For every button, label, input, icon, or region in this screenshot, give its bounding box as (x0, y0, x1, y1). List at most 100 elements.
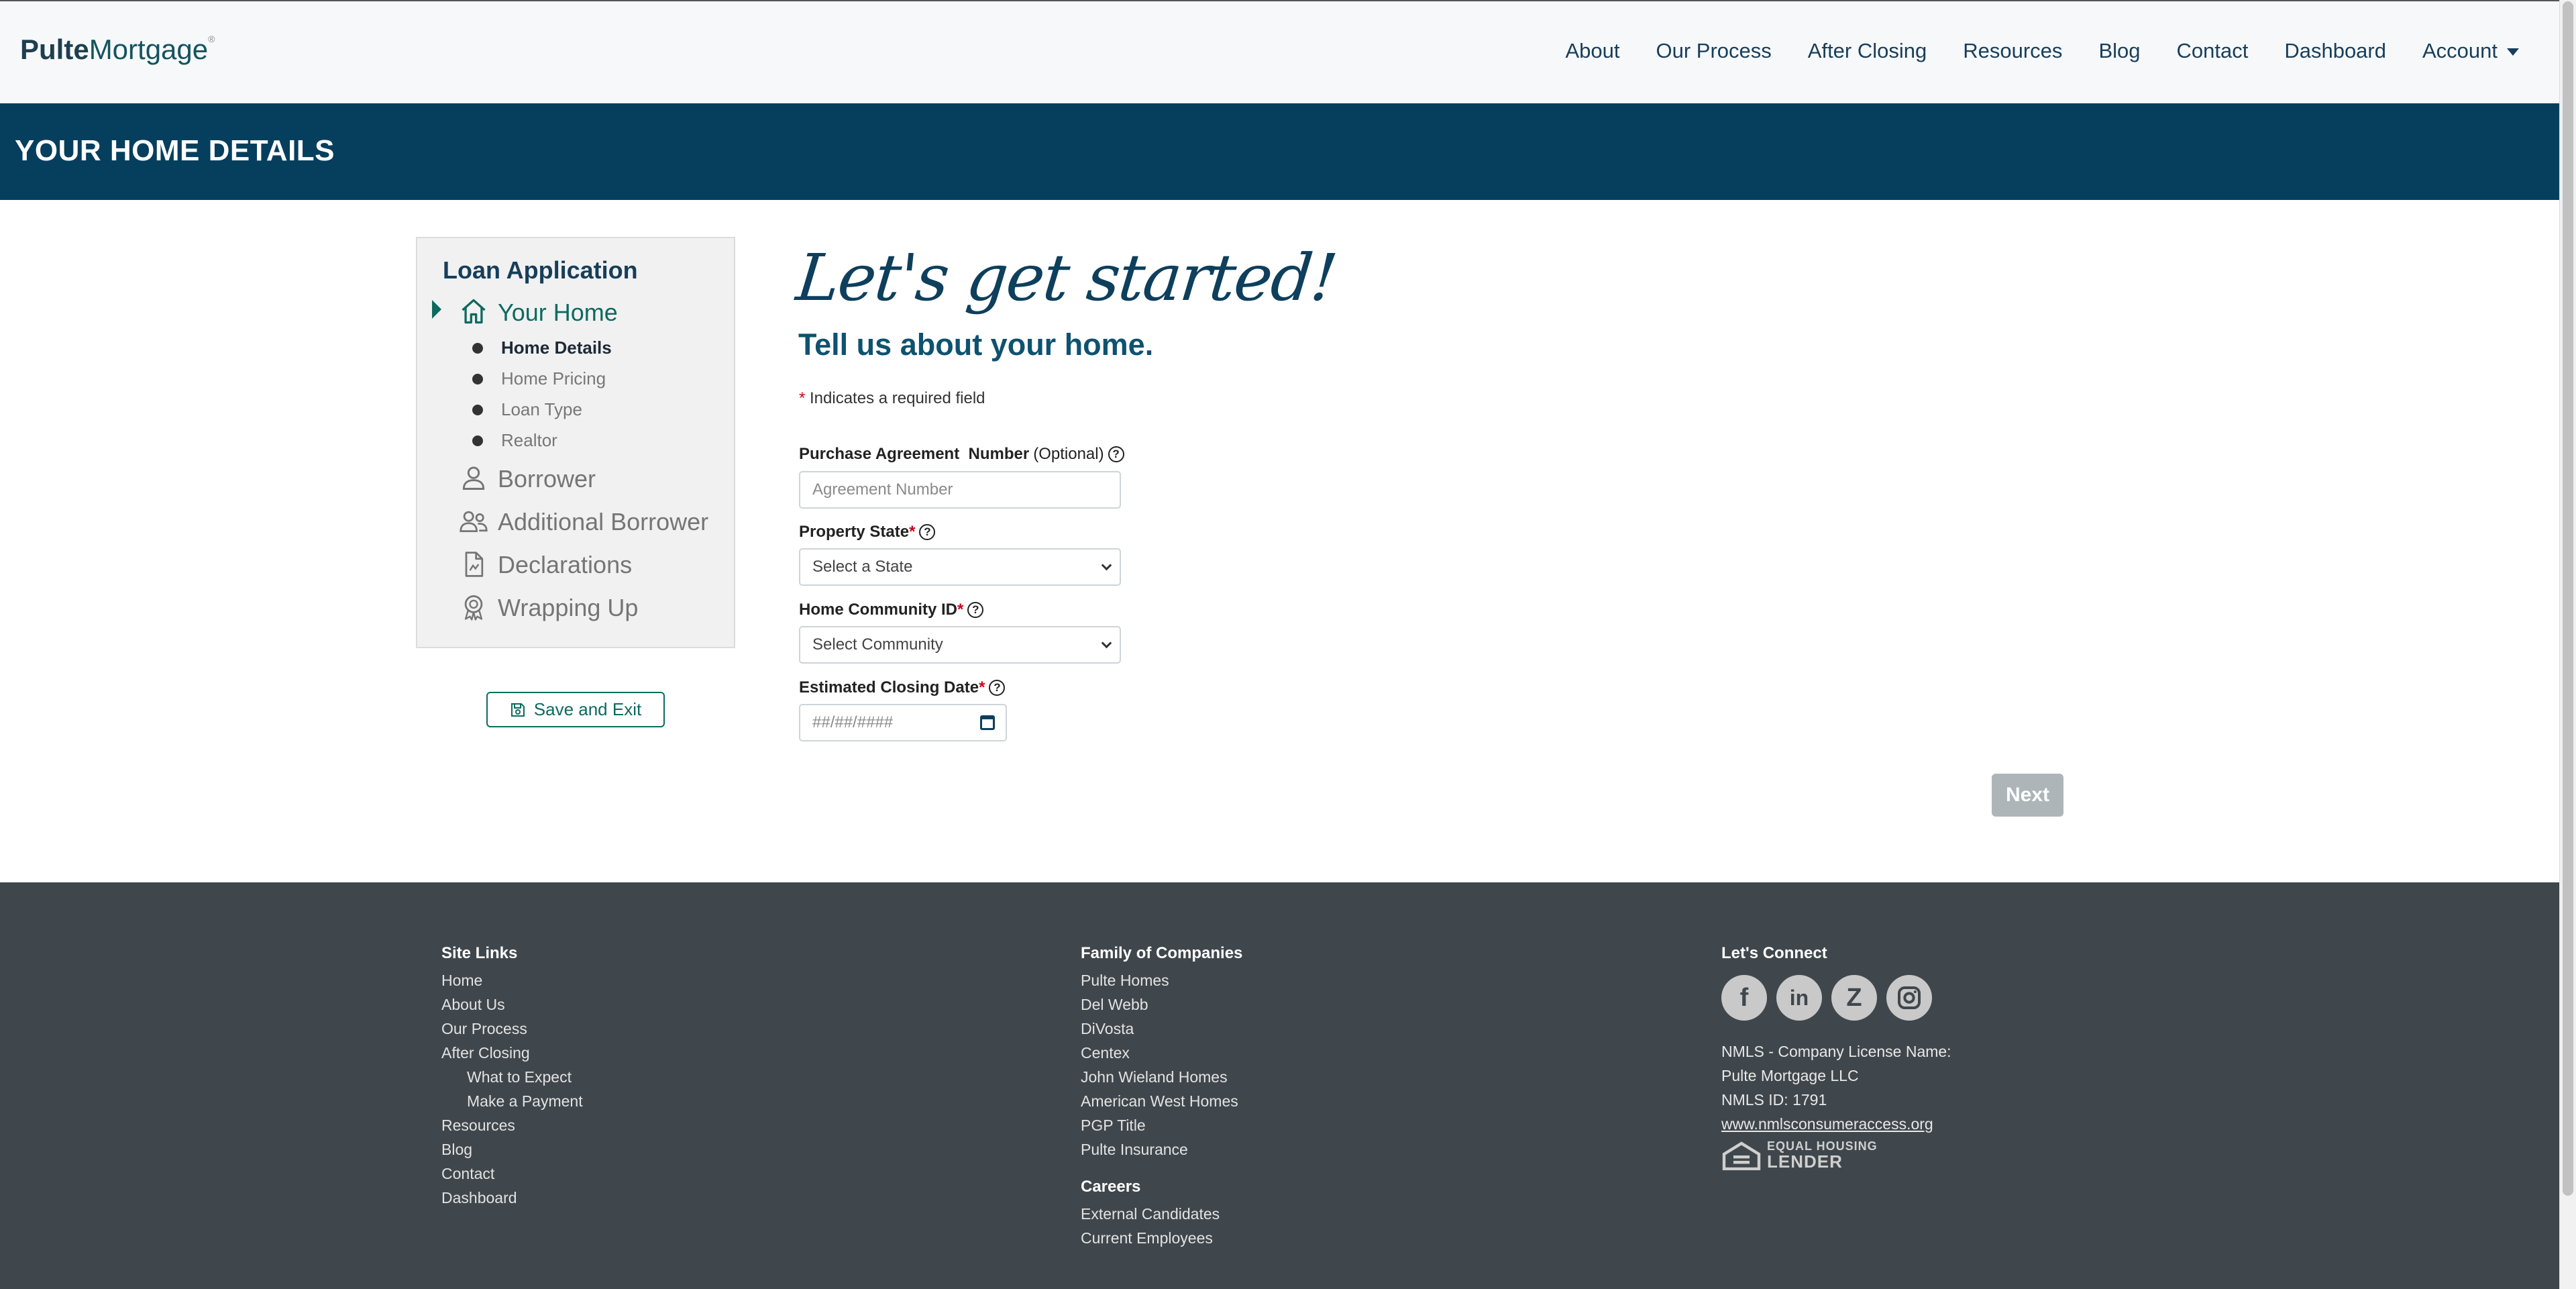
footer-link-current-employees[interactable]: Current Employees (1081, 1226, 1242, 1250)
substep-bullet (472, 374, 483, 384)
sidebar-step-declarations[interactable]: Declarations (498, 551, 632, 579)
nav-blog[interactable]: Blog (2098, 39, 2140, 63)
save-and-exit-label: Save and Exit (533, 699, 642, 719)
footer-link-pulte-homes[interactable]: Pulte Homes (1081, 968, 1242, 992)
people-icon (460, 511, 488, 533)
agreement-number-placeholder: Agreement Number (812, 480, 953, 499)
vertical-scrollbar[interactable] (2559, 0, 2576, 1289)
site-header: PulteMortgage® About Our Process After C… (0, 0, 2559, 103)
ehl-line-2: LENDER (1767, 1151, 1843, 1172)
chevron-down-icon (1101, 560, 1112, 570)
purchase-agreement-label-text: Purchase Agreement Number (799, 445, 1030, 463)
family-heading: Family of Companies (1081, 944, 1243, 962)
footer-link-pulte-insurance[interactable]: Pulte Insurance (1081, 1137, 1242, 1162)
help-icon[interactable]: ? (967, 602, 984, 618)
footer-link-after-closing[interactable]: After Closing (441, 1041, 583, 1065)
script-heading: Let's get started! (793, 240, 1340, 315)
help-icon[interactable]: ? (989, 680, 1006, 696)
save-and-exit-button[interactable]: Save and Exit (486, 692, 665, 727)
footer-link-home[interactable]: Home (441, 968, 583, 992)
purchase-agreement-label: Purchase Agreement Number (Optional) ? (799, 445, 1124, 464)
loan-application-sidebar: Loan Application Your Home Home Details … (416, 237, 735, 648)
property-state-label-text: Property State* (799, 523, 915, 542)
careers-heading: Careers (1081, 1178, 1141, 1196)
nmls-line-3: NMLS ID: 1791 (1721, 1091, 1827, 1108)
substep-realtor[interactable]: Realtor (501, 430, 557, 451)
sidebar-step-your-home[interactable]: Your Home (498, 299, 618, 327)
footer-link-divosta[interactable]: DiVosta (1081, 1017, 1242, 1041)
required-field-note: * Indicates a required field (799, 389, 985, 408)
footer-link-make-a-payment[interactable]: Make a Payment (441, 1089, 583, 1113)
footer-link-our-process[interactable]: Our Process (441, 1017, 583, 1041)
substep-home-pricing[interactable]: Home Pricing (501, 368, 606, 389)
substep-loan-type[interactable]: Loan Type (501, 399, 582, 420)
footer-link-resources[interactable]: Resources (441, 1113, 583, 1137)
footer-link-contact[interactable]: Contact (441, 1162, 583, 1186)
footer-spacer (1081, 1162, 1242, 1178)
active-step-arrow-icon (432, 300, 441, 319)
linkedin-icon[interactable]: in (1776, 975, 1822, 1021)
footer-link-about-us[interactable]: About Us (441, 992, 583, 1017)
sidebar-step-wrapping-up[interactable]: Wrapping Up (498, 594, 638, 622)
instagram-glyph (1898, 986, 1921, 1009)
required-note-text: Indicates a required field (810, 389, 985, 407)
facebook-icon[interactable]: f (1721, 975, 1767, 1021)
nav-dashboard[interactable]: Dashboard (2284, 39, 2386, 63)
footer-link-external-candidates[interactable]: External Candidates (1081, 1202, 1242, 1226)
calendar-icon[interactable] (980, 715, 995, 730)
footer-link-pgp-title[interactable]: PGP Title (1081, 1113, 1242, 1137)
help-icon[interactable]: ? (919, 524, 936, 540)
sidebar-step-additional-borrower[interactable]: Additional Borrower (498, 508, 708, 536)
site-links-heading: Site Links (441, 944, 518, 962)
main-nav: About Our Process After Closing Resource… (1565, 39, 2519, 63)
nav-account[interactable]: Account (2422, 39, 2519, 63)
instagram-icon[interactable] (1886, 975, 1932, 1021)
closing-date-label-text: Estimated Closing Date* (799, 678, 985, 697)
nav-about[interactable]: About (1565, 39, 1619, 63)
next-button[interactable]: Next (1992, 774, 2063, 817)
nav-our-process[interactable]: Our Process (1656, 39, 1772, 63)
registered-mark: ® (208, 34, 215, 44)
footer-family-of-companies: Family of Companies Pulte Homes Del Webb… (1081, 944, 1242, 1250)
home-icon (462, 299, 486, 324)
nav-resources[interactable]: Resources (1963, 39, 2062, 63)
form-subheading: Tell us about your home. (798, 327, 1154, 362)
required-star: * (957, 601, 964, 619)
connect-heading: Let's Connect (1721, 944, 1827, 962)
substep-bullet (472, 405, 483, 415)
nmls-line-1: NMLS - Company License Name: (1721, 1043, 1951, 1060)
footer-link-dashboard[interactable]: Dashboard (441, 1186, 583, 1210)
property-state-label: Property State* ? (799, 523, 936, 542)
footer-site-links: Site Links Home About Us Our Process Aft… (441, 944, 583, 1210)
agreement-number-input[interactable]: Agreement Number (799, 471, 1121, 509)
footer-link-john-wieland-homes[interactable]: John Wieland Homes (1081, 1065, 1242, 1089)
award-icon (464, 595, 483, 621)
zillow-icon[interactable]: Z (1831, 975, 1877, 1021)
logo-rest: Mortgage (89, 34, 209, 65)
substep-home-details[interactable]: Home Details (501, 338, 612, 358)
substep-bullet (472, 343, 483, 354)
footer-link-blog[interactable]: Blog (441, 1137, 583, 1162)
footer-link-centex[interactable]: Centex (1081, 1041, 1242, 1065)
footer-link-del-webb[interactable]: Del Webb (1081, 992, 1242, 1017)
footer-link-what-to-expect[interactable]: What to Expect (441, 1065, 583, 1089)
equal-housing-lender-logo: EQUAL HOUSING LENDER (1721, 1140, 1951, 1170)
closing-date-label-value: Estimated Closing Date (799, 678, 979, 697)
nav-contact[interactable]: Contact (2176, 39, 2248, 63)
chevron-down-icon (1101, 637, 1112, 648)
home-community-select[interactable]: Select Community (799, 626, 1121, 664)
scrollbar-thumb[interactable] (2563, 1, 2573, 1196)
sidebar-title: Loan Application (443, 256, 638, 284)
property-state-select[interactable]: Select a State (799, 548, 1121, 586)
property-state-value: Select a State (812, 558, 913, 576)
home-community-value: Select Community (812, 635, 943, 654)
person-icon (462, 466, 485, 490)
nmls-consumer-access-link[interactable]: www.nmlsconsumeraccess.org (1721, 1112, 1951, 1136)
help-icon[interactable]: ? (1108, 446, 1124, 462)
nav-after-closing[interactable]: After Closing (1808, 39, 1927, 63)
optional-tag: (Optional) (1033, 445, 1104, 463)
closing-date-input[interactable]: ##/##/#### (799, 704, 1007, 741)
pulte-mortgage-logo[interactable]: PulteMortgage® (20, 34, 215, 66)
footer-link-american-west-homes[interactable]: American West Homes (1081, 1089, 1242, 1113)
sidebar-step-borrower[interactable]: Borrower (498, 465, 596, 493)
